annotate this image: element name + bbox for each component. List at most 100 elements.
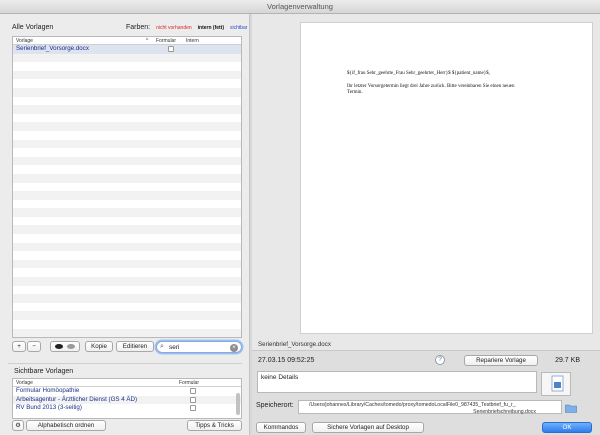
document-preview[interactable]: ${if_frau Sehr_geehrte_Frau Sehr_geehrte…	[300, 22, 593, 334]
legend-missing: nicht vorhanden	[156, 25, 192, 31]
folder-icon[interactable]	[565, 403, 577, 413]
template-name: RV Bund 2013 (3-seitig)	[16, 404, 82, 412]
template-name: Formular Homöopathie	[16, 387, 80, 394]
remove-button[interactable]: −	[27, 341, 41, 352]
tips-button[interactable]: Tipps & Tricks	[187, 420, 242, 431]
empty-row	[13, 131, 241, 140]
empty-row	[13, 70, 241, 80]
formular-checkbox[interactable]	[190, 396, 196, 403]
empty-row	[13, 148, 241, 157]
storage-path-line-1: /Users/johannes/Library/Caches/tomedo/pr…	[309, 402, 516, 408]
list-item[interactable]: RV Bund 2013 (3-seitig)	[13, 404, 241, 413]
all-templates-header: Vorlage ^ Formular Intern	[13, 37, 241, 45]
formular-checkbox[interactable]	[168, 46, 174, 53]
empty-row	[13, 165, 241, 174]
copy-button[interactable]: Kopie	[85, 341, 113, 352]
window-title: Vorlagenverwaltung	[267, 2, 333, 11]
all-templates-title: Alle Vorlagen	[12, 24, 54, 31]
empty-row	[13, 251, 241, 260]
col-formular[interactable]: Formular	[179, 380, 199, 386]
empty-row	[13, 277, 241, 286]
table-row[interactable]: Serienbrief_Vorsorge.docx	[13, 45, 241, 54]
empty-row	[13, 225, 241, 235]
empty-row	[13, 217, 241, 226]
sort-options-button[interactable]: ⚙	[12, 420, 24, 431]
eye-icon	[55, 343, 64, 349]
empty-row	[13, 268, 241, 277]
commands-button[interactable]: Kommandos	[256, 422, 306, 433]
sort-chevron-icon[interactable]: ^	[146, 38, 148, 44]
file-size: 29.7 KB	[555, 357, 580, 364]
empty-row	[13, 53, 241, 63]
search-icon: ⌕	[160, 343, 164, 350]
empty-row	[13, 191, 241, 200]
alphabetical-sort-button[interactable]: Alphabetisch ordnen	[26, 420, 106, 431]
empty-row	[13, 200, 241, 209]
legend-internal: intern (fett)	[197, 25, 225, 31]
details-textbox[interactable]: keine Details	[257, 371, 537, 393]
col-vorlage[interactable]: Vorlage	[16, 38, 33, 44]
visible-templates-rows: Formular Homöopathie Arbeitsagentur - Är…	[13, 387, 241, 413]
selected-filename: Serienbrief_Vorsorge.docx	[258, 341, 331, 348]
empty-row	[13, 328, 241, 337]
visible-templates-header: Vorlage Formular	[13, 379, 241, 387]
list-item[interactable]: Arbeitsagentur - Ärztlicher Dienst (GS 4…	[13, 395, 241, 405]
edit-button[interactable]: Editieren	[116, 341, 154, 352]
empty-row	[13, 114, 241, 123]
empty-row	[13, 105, 241, 114]
window-titlebar: Vorlagenverwaltung	[0, 0, 600, 14]
empty-row	[13, 87, 241, 97]
template-name: Serienbrief_Vorsorge.docx	[16, 45, 89, 52]
col-formular[interactable]: Formular	[156, 38, 176, 44]
col-vorlage[interactable]: Vorlage	[16, 380, 33, 386]
empty-row	[13, 311, 241, 320]
help-icon[interactable]: ?	[435, 355, 445, 365]
empty-row	[13, 122, 241, 131]
visibility-toggle[interactable]	[50, 341, 80, 352]
empty-row	[13, 303, 241, 312]
clear-search-icon[interactable]: ×	[230, 343, 238, 352]
preview-line-1: ${if_frau Sehr_geehrte_Frau Sehr_geehrte…	[347, 71, 490, 76]
list-item[interactable]: Formular Homöopathie	[13, 387, 241, 396]
document-file-icon[interactable]	[541, 372, 571, 396]
empty-row	[13, 234, 241, 243]
preview-line-2: Ihr letzter Vorsorgetermin liegt drei Ja…	[347, 84, 515, 89]
col-intern[interactable]: Intern	[186, 38, 199, 44]
empty-row	[13, 183, 241, 192]
template-name: Arbeitsagentur - Ärztlicher Dienst (GS 4…	[16, 395, 138, 403]
modified-date: 27.03.15 09:52:25	[258, 357, 315, 364]
all-templates-table[interactable]: Vorlage ^ Formular Intern Serienbrief_Vo…	[12, 36, 242, 338]
visible-templates-table[interactable]: Vorlage Formular Formular Homöopathie Ar…	[12, 378, 242, 419]
empty-row	[13, 62, 241, 71]
empty-row	[13, 173, 241, 183]
visible-templates-title: Sichtbare Vorlagen	[14, 368, 74, 375]
storage-path-field[interactable]: /Users/johannes/Library/Caches/tomedo/pr…	[298, 400, 562, 415]
empty-row	[13, 259, 241, 269]
add-button[interactable]: +	[12, 341, 26, 352]
empty-row	[13, 242, 241, 252]
formular-checkbox[interactable]	[190, 388, 196, 395]
empty-row	[13, 139, 241, 149]
formular-checkbox[interactable]	[190, 405, 196, 412]
search-input[interactable]: seri	[169, 344, 179, 351]
empty-row	[13, 97, 241, 106]
save-to-desktop-button[interactable]: Sichere Vorlagen auf Desktop	[312, 422, 424, 433]
empty-row	[13, 79, 241, 88]
ok-button[interactable]: OK	[542, 422, 592, 433]
scrollbar[interactable]	[236, 393, 240, 415]
search-field[interactable]: ⌕ seri ×	[156, 341, 242, 353]
gear-icon: ⚙	[15, 422, 21, 429]
eye-hidden-icon	[66, 343, 75, 349]
repair-template-button[interactable]: Repariere Vorlage	[464, 355, 538, 366]
empty-row	[13, 337, 241, 338]
storage-path-line-2: Serienbriefschreibung.docx	[473, 409, 536, 415]
colors-label: Farben:	[126, 24, 151, 31]
legend-visible: sichtbar	[229, 25, 248, 31]
all-templates-rows: Serienbrief_Vorsorge.docx	[13, 45, 241, 338]
empty-row	[13, 294, 241, 303]
storage-label: Speicherort:	[256, 402, 294, 409]
horizontal-splitter[interactable]	[8, 363, 242, 366]
left-pane: Alle Vorlagen Farben: nicht vorhanden in…	[0, 14, 249, 435]
empty-row	[13, 156, 241, 166]
right-pane: ${if_frau Sehr_geehrte_Frau Sehr_geehrte…	[252, 14, 600, 435]
